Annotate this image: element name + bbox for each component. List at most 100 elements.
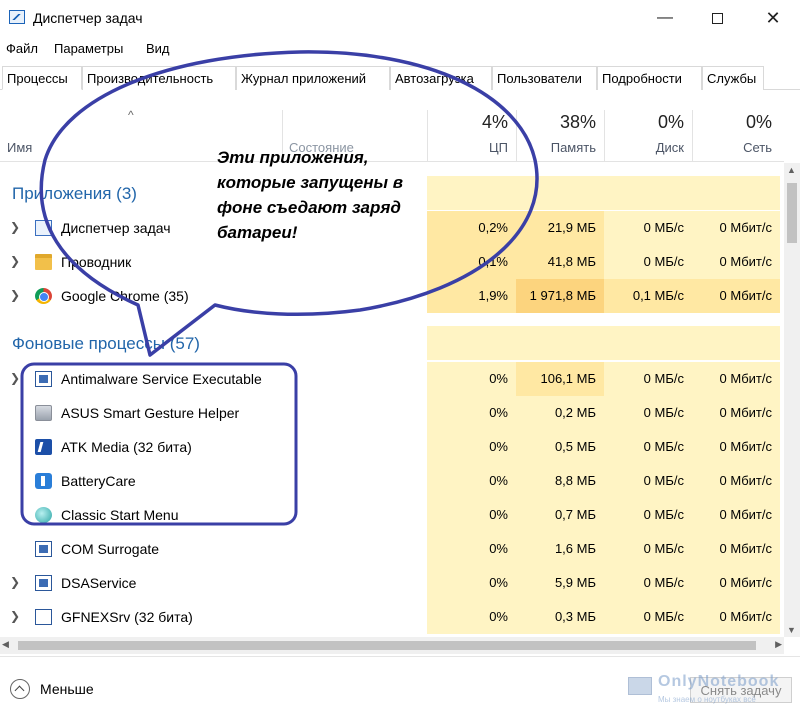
process-row[interactable]: BatteryCare 0% 8,8 МБ 0 МБ/с 0 Мбит/с (0, 464, 784, 498)
tab-app-history[interactable]: Журнал приложений (236, 66, 390, 90)
close-icon: ✕ (765, 7, 781, 28)
laptop-logo-icon (628, 677, 652, 695)
close-button[interactable]: ✕ (748, 0, 798, 36)
tab-processes[interactable]: Процессы (2, 66, 82, 90)
memory-value: 21,9 МБ (516, 211, 604, 245)
tab-users[interactable]: Пользователи (492, 66, 597, 90)
menu-options[interactable]: Параметры (54, 41, 123, 56)
memory-value: 8,8 МБ (516, 464, 604, 498)
scroll-up-icon[interactable]: ▲ (787, 165, 796, 175)
cpu-label: ЦП (489, 140, 508, 155)
column-network[interactable]: 0% Сеть (692, 92, 780, 162)
network-value: 0 Мбит/с (692, 532, 780, 566)
tab-services[interactable]: Службы (702, 66, 764, 90)
memory-label: Память (550, 140, 596, 155)
tab-details[interactable]: Подробности (597, 66, 702, 90)
battery-care-icon (35, 473, 52, 489)
scroll-right-icon[interactable]: ▶ (775, 639, 782, 650)
process-row[interactable]: Classic Start Menu 0% 0,7 МБ 0 МБ/с 0 Мб… (0, 498, 784, 532)
network-value: 0 Мбит/с (692, 245, 780, 279)
network-value: 0 Мбит/с (692, 430, 780, 464)
process-row[interactable]: ❯ Antimalware Service Executable 0% 106,… (0, 362, 784, 396)
collapse-icon[interactable] (10, 679, 30, 699)
cpu-value: 0% (427, 532, 516, 566)
memory-value: 5,9 МБ (516, 566, 604, 600)
classic-start-menu-icon (35, 507, 52, 523)
asus-gesture-icon (35, 405, 52, 421)
cpu-value: 0% (427, 362, 516, 396)
folder-icon (35, 254, 52, 270)
fewer-details-link[interactable]: Меньше (40, 681, 94, 697)
cpu-value: 0% (427, 396, 516, 430)
chevron-right-icon[interactable]: ❯ (10, 288, 20, 302)
cell-bg (516, 176, 604, 210)
menu-file[interactable]: Файл (6, 41, 38, 56)
network-value: 0 Мбит/с (692, 498, 780, 532)
chrome-icon (35, 288, 52, 304)
process-row[interactable]: ❯ Google Chrome (35) 1,9% 1 971,8 МБ 0,1… (0, 279, 784, 313)
horizontal-scrollbar[interactable]: ◀ ▶ (0, 637, 784, 654)
process-row[interactable]: ❯ Проводник 0,1% 41,8 МБ 0 МБ/с 0 Мбит/с (0, 245, 784, 279)
network-value: 0 Мбит/с (692, 566, 780, 600)
cpu-value: 0% (427, 498, 516, 532)
menu-bar: Файл Параметры Вид (0, 38, 800, 60)
cell-bg (692, 326, 780, 360)
chevron-right-icon[interactable]: ❯ (10, 254, 20, 268)
disk-value: 0 МБ/с (604, 566, 692, 600)
memory-total-percent: 38% (559, 112, 596, 132)
maximize-icon (711, 12, 723, 24)
window-title: Диспетчер задач (33, 10, 143, 26)
process-row[interactable]: COM Surrogate 0% 1,6 МБ 0 МБ/с 0 Мбит/с (0, 532, 784, 566)
memory-value: 0,7 МБ (516, 498, 604, 532)
network-value: 0 Мбит/с (692, 362, 780, 396)
gfnexsrv-icon (35, 609, 52, 625)
process-name: BatteryCare (61, 473, 136, 489)
chevron-right-icon[interactable]: ❯ (10, 575, 20, 589)
tab-performance[interactable]: Производительность (82, 66, 236, 90)
title-bar: Диспетчер задач — ✕ (0, 0, 800, 38)
disk-value: 0 МБ/с (604, 362, 692, 396)
group-header-background[interactable]: Фоновые процессы (57) (0, 326, 784, 360)
scroll-thumb[interactable] (18, 641, 756, 650)
cell-bg (692, 176, 780, 210)
process-name: Antimalware Service Executable (61, 371, 262, 387)
disk-value: 0 МБ/с (604, 464, 692, 498)
cell-bg (427, 326, 516, 360)
column-memory[interactable]: 38% Память (516, 92, 604, 162)
cpu-value: 0% (427, 566, 516, 600)
service-window-icon (35, 371, 52, 387)
cell-bg (604, 326, 692, 360)
vertical-scrollbar[interactable]: ▲ ▼ (784, 163, 800, 637)
scroll-down-icon[interactable]: ▼ (787, 625, 796, 635)
cpu-total-percent: 4% (481, 112, 508, 132)
cpu-value: 0% (427, 464, 516, 498)
service-window-icon (35, 575, 52, 591)
process-name: Диспетчер задач (61, 220, 171, 236)
column-disk[interactable]: 0% Диск (604, 92, 692, 162)
chevron-right-icon[interactable]: ❯ (10, 371, 20, 385)
menu-view[interactable]: Вид (146, 41, 170, 56)
process-row[interactable]: ATK Media (32 бита) 0% 0,5 МБ 0 МБ/с 0 М… (0, 430, 784, 464)
chevron-right-icon[interactable]: ❯ (10, 220, 20, 234)
scroll-thumb[interactable] (787, 183, 797, 243)
memory-value: 1 971,8 МБ (516, 279, 604, 313)
tab-startup[interactable]: Автозагрузка (390, 66, 492, 90)
process-row[interactable]: ❯ DSAService 0% 5,9 МБ 0 МБ/с 0 Мбит/с (0, 566, 784, 600)
process-row[interactable]: ❯ GFNEXSrv (32 бита) 0% 0,3 МБ 0 МБ/с 0 … (0, 600, 784, 634)
sort-up-icon[interactable]: ^ (128, 108, 134, 122)
disk-total-percent: 0% (657, 112, 684, 132)
network-total-percent: 0% (745, 112, 772, 132)
maximize-button[interactable] (692, 0, 742, 36)
cell-bg (604, 176, 692, 210)
process-row[interactable]: ASUS Smart Gesture Helper 0% 0,2 МБ 0 МБ… (0, 396, 784, 430)
disk-value: 0 МБ/с (604, 532, 692, 566)
annotation-text: Эти приложения, которые запущены в фоне … (217, 148, 404, 242)
disk-value: 0 МБ/с (604, 396, 692, 430)
minimize-button[interactable]: — (640, 0, 690, 36)
scroll-left-icon[interactable]: ◀ (2, 639, 9, 650)
chevron-right-icon[interactable]: ❯ (10, 609, 20, 623)
process-name: DSAService (61, 575, 137, 591)
cell-bg (516, 326, 604, 360)
task-manager-icon (9, 10, 25, 24)
column-name[interactable]: Имя (7, 140, 32, 155)
